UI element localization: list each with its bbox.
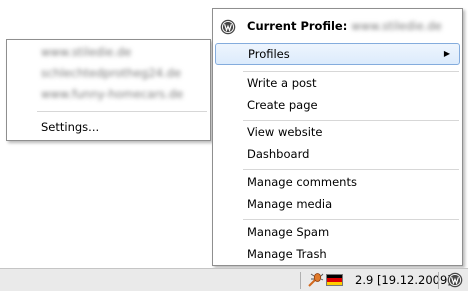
manage-media-label: Manage media — [247, 197, 333, 211]
bug-icon[interactable] — [306, 271, 324, 292]
current-profile-header: Current Profile: www.stiledie.de — [213, 13, 462, 39]
arrow-right-icon: ▶ — [443, 49, 450, 58]
current-profile-value: www.stiledie.de — [351, 19, 442, 33]
create-page-item[interactable]: Create page — [213, 95, 462, 116]
settings-label: Settings... — [41, 120, 100, 134]
write-post-label: Write a post — [247, 76, 317, 90]
separator — [37, 111, 207, 112]
german-flag-icon[interactable] — [326, 274, 343, 286]
dashboard-label: Dashboard — [247, 147, 310, 161]
write-post-item[interactable]: Write a post — [213, 73, 462, 94]
profile-item-2[interactable]: schlechtedprotheg24.de — [7, 63, 210, 84]
profile-item-1[interactable]: www.stiledie.de — [7, 42, 210, 63]
taskbar: 2.9 [19.12.2009] — [0, 268, 468, 291]
separator — [243, 120, 459, 121]
manage-comments-item[interactable]: Manage comments — [213, 172, 462, 193]
settings-item[interactable]: Settings... — [7, 117, 210, 138]
separator — [243, 219, 459, 220]
wordpress-logo-icon — [220, 18, 236, 44]
manage-spam-item[interactable]: Manage Spam — [213, 222, 462, 243]
profile-item-label: www.stiledie.de — [41, 45, 132, 59]
profile-item-label: www.funny-homecars.de — [41, 87, 184, 101]
dashboard-item[interactable]: Dashboard — [213, 144, 462, 165]
manage-spam-label: Manage Spam — [247, 225, 330, 239]
profile-item-3[interactable]: www.funny-homecars.de — [7, 84, 210, 105]
manage-comments-label: Manage comments — [247, 175, 357, 189]
profiles-menu-item[interactable]: Profiles ▶ — [215, 43, 460, 65]
tray-context-menu: Current Profile: www.stiledie.de Profiles… — [212, 8, 463, 266]
view-website-label: View website — [247, 125, 323, 139]
manage-media-item[interactable]: Manage media — [213, 194, 462, 215]
create-page-label: Create page — [247, 98, 318, 112]
separator — [243, 169, 459, 170]
separator — [243, 71, 459, 72]
manage-trash-label: Manage Trash — [247, 247, 327, 261]
profiles-label: Profiles — [248, 47, 290, 61]
current-profile-label: Current Profile: — [247, 19, 348, 33]
view-website-item[interactable]: View website — [213, 122, 462, 143]
profiles-submenu: www.stiledie.de schlechtedprotheg24.de w… — [6, 39, 211, 141]
tray-divider — [300, 272, 301, 289]
manage-trash-item[interactable]: Manage Trash — [213, 244, 462, 265]
tray-divider — [438, 272, 439, 289]
profile-item-label: schlechtedprotheg24.de — [41, 66, 182, 80]
wordpress-tray-icon[interactable] — [447, 272, 463, 291]
